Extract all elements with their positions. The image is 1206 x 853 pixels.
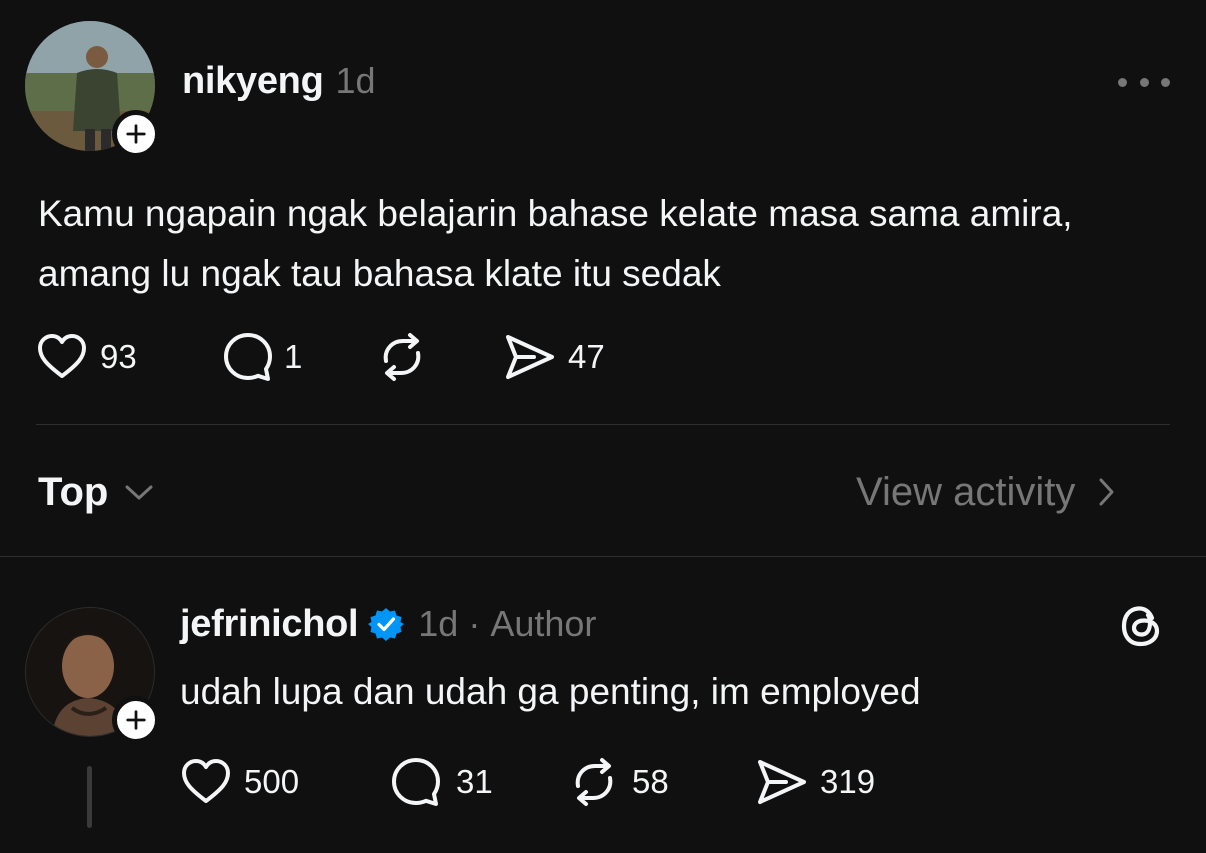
reply-header: jefrinichol 1d · Author <box>180 600 596 648</box>
reply-count: 31 <box>456 763 493 800</box>
follow-button[interactable] <box>112 696 160 744</box>
repost-count: 58 <box>632 763 669 800</box>
reply-button[interactable]: 31 <box>390 756 568 808</box>
reply-button[interactable]: 1 <box>222 331 376 383</box>
view-activity-link[interactable]: View activity <box>856 466 1115 518</box>
post-timestamp[interactable]: 1d <box>336 60 376 102</box>
reply-action-bar: 500 31 58 319 <box>180 755 875 809</box>
like-count: 93 <box>100 338 137 375</box>
repost-button[interactable]: 58 <box>568 756 756 808</box>
author-tag: Author <box>490 603 597 644</box>
threads-logo-icon <box>1118 602 1166 650</box>
reply-body-text: udah lupa dan udah ga penting, im employ… <box>180 671 921 712</box>
verified-badge-icon <box>368 606 405 642</box>
repost-button[interactable] <box>376 331 504 383</box>
repost-icon <box>575 758 613 806</box>
like-count: 500 <box>244 763 300 800</box>
like-button[interactable]: 500 <box>180 758 390 806</box>
share-button[interactable]: 47 <box>504 333 605 381</box>
comment-icon <box>392 758 440 806</box>
share-icon <box>758 760 806 804</box>
repost-icon <box>383 333 421 381</box>
share-count: 319 <box>820 763 876 800</box>
reply-username[interactable]: jefrinichol <box>180 603 359 646</box>
thread-connector-line <box>87 766 92 828</box>
meta-separator: · <box>468 603 481 644</box>
reply-timestamp[interactable]: 1d <box>418 603 458 645</box>
sort-dropdown[interactable]: Top <box>38 466 154 518</box>
more-options-button[interactable] <box>1118 70 1170 94</box>
like-button[interactable]: 93 <box>36 333 222 381</box>
heart-icon <box>38 334 86 378</box>
comment-icon <box>224 333 272 381</box>
post-username[interactable]: nikyeng <box>182 60 324 103</box>
chevron-right-icon <box>1099 478 1114 506</box>
follow-button[interactable] <box>112 110 160 158</box>
post-header: nikyeng 1d <box>182 58 376 104</box>
divider <box>36 424 1170 425</box>
section-divider <box>0 556 1206 557</box>
share-count: 47 <box>568 338 605 375</box>
more-icon <box>1118 77 1127 87</box>
sort-label: Top <box>38 469 109 514</box>
plus-icon <box>126 710 146 730</box>
share-icon <box>506 335 554 379</box>
share-button[interactable]: 319 <box>756 758 875 806</box>
plus-icon <box>126 124 146 144</box>
reply-count: 1 <box>284 338 303 375</box>
post-action-bar: 93 1 47 <box>36 330 605 384</box>
heart-icon <box>182 759 230 803</box>
view-activity-label: View activity <box>856 469 1076 514</box>
post-body-text: Kamu ngapain ngak belajarin bahase kelat… <box>38 193 1073 294</box>
chevron-down-icon <box>125 485 153 500</box>
